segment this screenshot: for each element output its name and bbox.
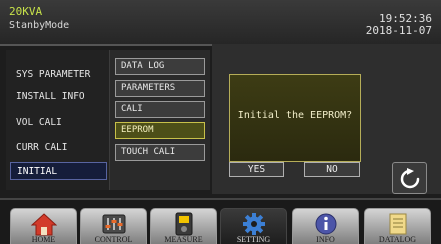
- menu-item-install-info[interactable]: INSTALL INFO: [10, 88, 107, 106]
- sub-item-cali[interactable]: CALI: [115, 101, 205, 118]
- tab-info-label: INFO: [316, 235, 335, 244]
- tab-control[interactable]: CONTROL: [80, 208, 147, 244]
- sliders-icon: [102, 214, 125, 234]
- refresh-button[interactable]: [392, 162, 427, 194]
- ups-settings-screen: 20KVA StanbyMode 19:52:36 2018-11-07 SYS…: [0, 0, 441, 244]
- home-icon: [30, 213, 57, 236]
- settings-left-menu: SYS PARAMETER INSTALL INFO VOL CALI CURR…: [6, 50, 111, 190]
- sub-item-touch-cali[interactable]: TOUCH CALI: [115, 144, 205, 161]
- tab-measure[interactable]: MEASURE: [150, 208, 217, 244]
- clock-date: 2018-11-07: [365, 24, 432, 37]
- model-label: 20KVA: [9, 5, 43, 18]
- sub-item-data-log[interactable]: DATA LOG: [115, 58, 205, 75]
- tab-setting-label: SETTING: [236, 235, 271, 244]
- bottom-nav: HOME CONTROL MEASURE SETTING INFO DATALO…: [0, 198, 441, 244]
- confirm-dialog: Initial the EEPROM?: [229, 74, 361, 162]
- tab-control-label: CONTROL: [94, 235, 133, 244]
- menu-item-curr-cali[interactable]: CURR CALI: [10, 139, 107, 157]
- tab-datalog[interactable]: DATALOG: [364, 208, 431, 244]
- dialog-message: Initial the EEPROM?: [237, 110, 353, 121]
- info-icon: [315, 213, 336, 235]
- tab-setting[interactable]: SETTING: [220, 208, 287, 244]
- tab-datalog-label: DATALOG: [378, 235, 417, 244]
- tab-home-label: HOME: [31, 235, 56, 244]
- gear-icon: [242, 213, 265, 235]
- status-bar: 20KVA StanbyMode 19:52:36 2018-11-07: [0, 0, 441, 46]
- tab-measure-label: MEASURE: [164, 235, 203, 244]
- content-panel: Initial the EEPROM? YES NO: [212, 44, 441, 194]
- menu-item-sys-parameter[interactable]: SYS PARAMETER: [10, 66, 107, 84]
- menu-item-initial[interactable]: INITIAL: [10, 162, 107, 180]
- meter-icon: [175, 212, 192, 236]
- datalog-icon: [389, 213, 406, 235]
- mode-label: StanbyMode: [9, 20, 70, 31]
- sub-item-parameters[interactable]: PARAMETERS: [115, 80, 205, 97]
- sub-item-eeprom[interactable]: EEPROM: [115, 122, 205, 139]
- no-button[interactable]: NO: [304, 162, 360, 177]
- menu-item-vol-cali[interactable]: VOL CALI: [10, 114, 107, 132]
- tab-home[interactable]: HOME: [10, 208, 77, 244]
- yes-button[interactable]: YES: [229, 162, 284, 177]
- initial-sub-menu: DATA LOG PARAMETERS CALI EEPROM TOUCH CA…: [110, 50, 210, 190]
- refresh-icon: [400, 168, 420, 189]
- tab-info[interactable]: INFO: [292, 208, 359, 244]
